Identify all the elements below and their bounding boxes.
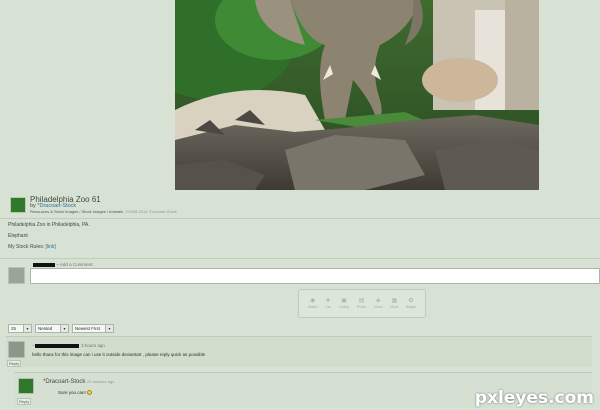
watermark: pxleyes.com: [474, 388, 594, 408]
badge-icon: ✿: [408, 297, 414, 304]
print-button[interactable]: ▤ Prints: [357, 297, 366, 310]
divider: [0, 258, 600, 259]
divider: [0, 218, 600, 219]
more-button[interactable]: ▦ More: [390, 297, 398, 310]
comment-input[interactable]: [30, 268, 600, 284]
comment-item: Reply ~ 3 hours ago hello thanx for this…: [6, 336, 592, 367]
print-icon: ▤: [358, 297, 365, 304]
feedback-label: Fav: [325, 305, 332, 310]
comment-form-meta: ~ Add a Comment:: [33, 262, 94, 267]
category-path[interactable]: Resources & Stock Images / Stock Images …: [30, 209, 123, 214]
favourite-icon: ★: [325, 297, 331, 304]
description-line: My Stock Rules: [link]: [8, 244, 568, 250]
elephant-photo[interactable]: [175, 0, 539, 190]
feedback-label: Prints: [356, 305, 366, 310]
comment-meta: *Dracoart-Stock 21 minutes ago: [43, 379, 114, 385]
reply-button[interactable]: Reply: [7, 360, 22, 367]
per-page-value: 25: [11, 326, 17, 331]
reply-button[interactable]: Reply: [17, 398, 32, 405]
add-comment-label: Add a Comment:: [59, 262, 94, 267]
avatar[interactable]: [8, 341, 25, 358]
favourite-button[interactable]: ★ Fav: [325, 297, 331, 310]
description-line: Philadelphia Zoo in Philadelphia, PA.: [8, 222, 90, 228]
deviation-header: Philadelphia Zoo 61 by *Dracoart-Stock R…: [8, 194, 592, 216]
avatar[interactable]: [18, 378, 34, 394]
collect-icon: ▣: [341, 297, 347, 304]
share-button[interactable]: ◈ Share: [373, 297, 382, 310]
redacted-username: [33, 262, 55, 267]
comment-body: Sure you can!: [58, 390, 86, 395]
threading-select[interactable]: Nested ▾: [35, 324, 69, 333]
deviation-description: Philadelphia Zoo in Philadelphia, PA. El…: [8, 222, 568, 255]
feedback-label: Badge: [405, 305, 417, 310]
collect-button[interactable]: ▣ Collect: [339, 297, 350, 310]
comment-time[interactable]: 3 hours ago: [81, 343, 105, 348]
feedback-label: More: [390, 305, 399, 310]
chevron-down-icon: ▾: [105, 325, 113, 332]
order-value: Newest First: [75, 326, 101, 331]
more-icon: ▦: [391, 297, 398, 304]
feedback-label: Share: [373, 305, 383, 310]
share-icon: ◈: [375, 297, 381, 304]
breadcrumb: Resources & Stock Images / Stock Images …: [30, 209, 177, 214]
stock-rules-link[interactable]: [link]: [46, 244, 56, 250]
deviation-thumbnail[interactable]: [10, 197, 26, 213]
comment-time[interactable]: 21 minutes ago: [87, 379, 114, 384]
avatar[interactable]: [8, 267, 25, 284]
chevron-down-icon: ▾: [23, 325, 31, 332]
watch-icon: ◉: [310, 297, 316, 304]
threading-value: Nested: [38, 326, 53, 331]
chevron-down-icon: ▾: [60, 325, 68, 332]
comment-author[interactable]: *Dracoart-Stock: [43, 379, 85, 385]
comment-meta: ~ 3 hours ago: [32, 343, 105, 348]
order-select[interactable]: Newest First ▾: [72, 324, 114, 333]
badge-button[interactable]: ✿ Badge: [406, 297, 416, 310]
feedback-label: Watch: [307, 305, 318, 310]
description-line: Elephant: [8, 233, 28, 239]
redacted-username: [34, 343, 79, 348]
stock-rules-label: My Stock Rules:: [8, 244, 45, 250]
copyright-note: ©2008-2014 *Dracoart-Stock: [125, 209, 177, 214]
feedback-bar: ◉ Watch ★ Fav ▣ Collect ▤ Prints ◈ Share ▦ Mor…: [298, 289, 426, 318]
feedback-label: Collect: [338, 305, 350, 310]
watch-button[interactable]: ◉ Watch: [308, 297, 318, 310]
smiley-icon: [87, 390, 93, 396]
per-page-select[interactable]: 25 ▾: [8, 324, 32, 333]
comment-text: Sure you can!: [58, 390, 93, 396]
comment-text: hello thanx for this image can i use it …: [32, 352, 206, 357]
